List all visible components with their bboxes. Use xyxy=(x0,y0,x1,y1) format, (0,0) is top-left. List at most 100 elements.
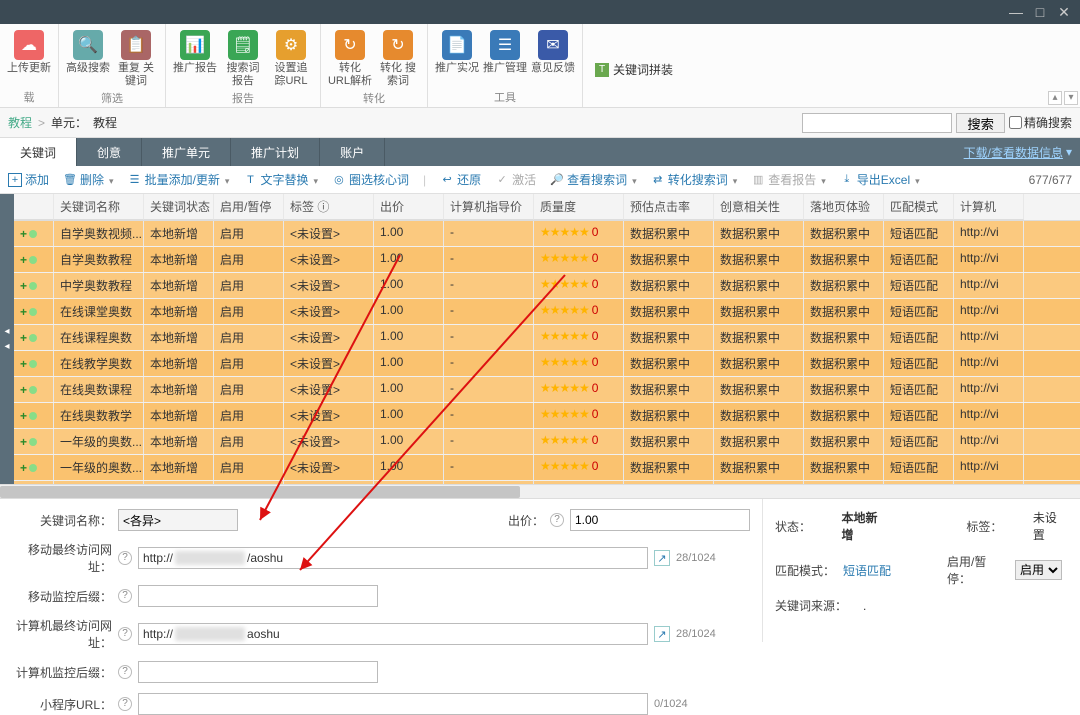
restore-button[interactable]: ↩还原 xyxy=(440,171,481,188)
ribbon-icon: ☁ xyxy=(14,30,44,60)
exact-search-checkbox[interactable]: 精确搜索 xyxy=(1009,114,1072,131)
ribbon-item[interactable]: ☁上传更新 xyxy=(6,28,52,87)
export-excel-button[interactable]: ⤓导出Excel xyxy=(840,171,920,188)
cell: - xyxy=(444,455,534,480)
core-word-button[interactable]: ◎圈选核心词 xyxy=(332,171,409,188)
cell: + xyxy=(14,351,54,376)
open-link-icon[interactable]: ↗ xyxy=(654,626,670,642)
ribbon-item[interactable]: 🗒搜索词 报告 xyxy=(220,28,266,88)
table-row[interactable]: +中学奥数教程本地新增启用<未设置>1.00-★★★★★0数据积累中数据积累中数… xyxy=(14,273,1080,299)
ribbon-item[interactable]: ☰推广管理 xyxy=(482,28,528,87)
search-input[interactable] xyxy=(802,113,952,133)
col-header[interactable]: 计算机 xyxy=(954,194,1024,220)
minimize-button[interactable]: — xyxy=(1004,4,1028,20)
enable-select[interactable]: 启用 xyxy=(1015,560,1062,580)
enable-label: 启用/暂停： xyxy=(947,553,1007,587)
keyword-assemble-button[interactable]: T 关键词拼装 xyxy=(595,32,673,107)
activate-button[interactable]: ✓激活 xyxy=(495,171,536,188)
left-collapse-handle[interactable]: ◂◂ xyxy=(0,194,14,484)
tab-0[interactable]: 关键词 xyxy=(0,138,77,166)
cell: 数据积累中 xyxy=(804,455,884,480)
ribbon-item[interactable]: ↻转化 搜索词 xyxy=(375,28,421,88)
ribbon-up-icon[interactable]: ▴ xyxy=(1048,91,1062,105)
col-header[interactable]: 落地页体验 xyxy=(804,194,884,220)
col-header[interactable]: 关键词状态 xyxy=(144,194,214,220)
add-button[interactable]: +添加 xyxy=(8,171,49,188)
col-header[interactable]: 关键词名称 xyxy=(54,194,144,220)
kw-name-input[interactable] xyxy=(118,509,238,531)
download-data-link[interactable]: 下载/查看数据信息 xyxy=(964,144,1063,161)
convert-query-button[interactable]: ⇄转化搜索词 xyxy=(651,171,738,188)
table-row[interactable]: +在线课程奥数本地新增启用<未设置>1.00-★★★★★0数据积累中数据积累中数… xyxy=(14,325,1080,351)
tab-4[interactable]: 账户 xyxy=(320,138,385,166)
crumb-category[interactable]: 教程 xyxy=(8,114,32,131)
ribbon-item[interactable]: 📋重复 关键词 xyxy=(113,28,159,88)
help-icon[interactable]: ? xyxy=(118,627,132,641)
table-row[interactable]: +一年级的奥数...本地新增启用<未设置>1.00-★★★★★0数据积累中数据积… xyxy=(14,429,1080,455)
table-row[interactable]: +自学奥数视频...本地新增启用<未设置>1.00-★★★★★0数据积累中数据积… xyxy=(14,221,1080,247)
table-row[interactable]: +在线奥数教学本地新增启用<未设置>1.00-★★★★★0数据积累中数据积累中数… xyxy=(14,403,1080,429)
bid-input[interactable] xyxy=(570,509,750,531)
match-value[interactable]: 短语匹配 xyxy=(843,562,891,579)
table-row[interactable]: +自学奥数教程本地新增启用<未设置>1.00-★★★★★0数据积累中数据积累中数… xyxy=(14,247,1080,273)
horizontal-scrollbar[interactable] xyxy=(0,484,1080,498)
view-query-button[interactable]: 🔎查看搜索词 xyxy=(550,171,637,188)
tab-2[interactable]: 推广单元 xyxy=(142,138,231,166)
col-header[interactable]: 计算机指导价 xyxy=(444,194,534,220)
pc-track-input[interactable] xyxy=(138,661,378,683)
tab-3[interactable]: 推广计划 xyxy=(231,138,320,166)
col-header[interactable]: 创意相关性 xyxy=(714,194,804,220)
table-row[interactable]: +一年级的奥数...本地新增启用<未设置>1.00-★★★★★0数据积累中数据积… xyxy=(14,455,1080,481)
col-header[interactable]: 预估点击率 xyxy=(624,194,714,220)
cell: http://vi xyxy=(954,299,1024,324)
help-icon[interactable]: ? xyxy=(550,513,564,527)
col-header[interactable]: 质量度 xyxy=(534,194,624,220)
ribbon-item[interactable]: 📄推广实况 xyxy=(434,28,480,87)
ribbon-group-title: 工具 xyxy=(434,87,576,107)
ribbon-down-icon[interactable]: ▾ xyxy=(1064,91,1078,105)
chart-icon: ▥ xyxy=(751,173,765,187)
cell: ★★★★★0 xyxy=(534,221,624,246)
cell: 数据积累中 xyxy=(714,351,804,376)
view-report-button[interactable]: ▥查看报告 xyxy=(751,171,826,188)
exact-checkbox-input[interactable] xyxy=(1009,116,1022,129)
help-icon[interactable]: ? xyxy=(118,551,132,565)
col-header[interactable]: 出价 xyxy=(374,194,444,220)
maximize-button[interactable]: □ xyxy=(1028,4,1052,20)
ribbon-item[interactable]: 🔍高级搜索 xyxy=(65,28,111,88)
tab-bar: 关键词创意推广单元推广计划账户 下载/查看数据信息▾ xyxy=(0,138,1080,166)
table-row[interactable]: +在线奥数课程本地新增启用<未设置>1.00-★★★★★0数据积累中数据积累中数… xyxy=(14,377,1080,403)
mobile-track-input[interactable] xyxy=(138,585,378,607)
close-button[interactable]: ✕ xyxy=(1052,4,1076,21)
col-header[interactable]: 匹配模式 xyxy=(884,194,954,220)
cell: ★★★★★0 xyxy=(534,351,624,376)
help-icon[interactable]: ? xyxy=(118,589,132,603)
mobile-url-input[interactable]: http:// /aoshu xyxy=(138,547,648,569)
ribbon-item[interactable]: ✉意见反馈 xyxy=(530,28,576,87)
delete-button[interactable]: 🗑删除 xyxy=(63,171,114,188)
help-icon[interactable]: ? xyxy=(118,665,132,679)
ribbon-item[interactable]: ⚙设置追 踪URL xyxy=(268,28,314,88)
open-link-icon[interactable]: ↗ xyxy=(654,550,670,566)
cell: 数据积累中 xyxy=(714,429,804,454)
col-header[interactable]: 启用/暂停 xyxy=(214,194,284,220)
table-row[interactable]: +在线教学奥数本地新增启用<未设置>1.00-★★★★★0数据积累中数据积累中数… xyxy=(14,351,1080,377)
tab-1[interactable]: 创意 xyxy=(77,138,142,166)
batch-add-button[interactable]: ☰批量添加/更新 xyxy=(128,171,230,188)
cell: 数据积累中 xyxy=(804,325,884,350)
ribbon-item[interactable]: ↻转化 URL解析 xyxy=(327,28,373,88)
data-grid[interactable]: 关键词名称关键词状态启用/暂停标签 ⓘ出价计算机指导价质量度预估点击率创意相关性… xyxy=(14,194,1080,484)
ribbon-item[interactable]: 📊推广报告 xyxy=(172,28,218,88)
table-row[interactable]: +在线课堂奥数本地新增启用<未设置>1.00-★★★★★0数据积累中数据积累中数… xyxy=(14,299,1080,325)
cell: 本地新增 xyxy=(144,247,214,272)
add-row-icon: + xyxy=(20,253,27,267)
search-button[interactable]: 搜索 xyxy=(956,113,1005,133)
scroll-thumb[interactable] xyxy=(0,486,520,498)
col-header[interactable] xyxy=(14,194,54,220)
text-replace-button[interactable]: T文字替换 xyxy=(243,171,318,188)
cell: 数据积累中 xyxy=(804,221,884,246)
col-header[interactable]: 标签 ⓘ xyxy=(284,194,374,220)
cell: ★★★★★0 xyxy=(534,429,624,454)
mini-url-input[interactable] xyxy=(138,693,648,715)
help-icon[interactable]: ? xyxy=(118,697,132,711)
